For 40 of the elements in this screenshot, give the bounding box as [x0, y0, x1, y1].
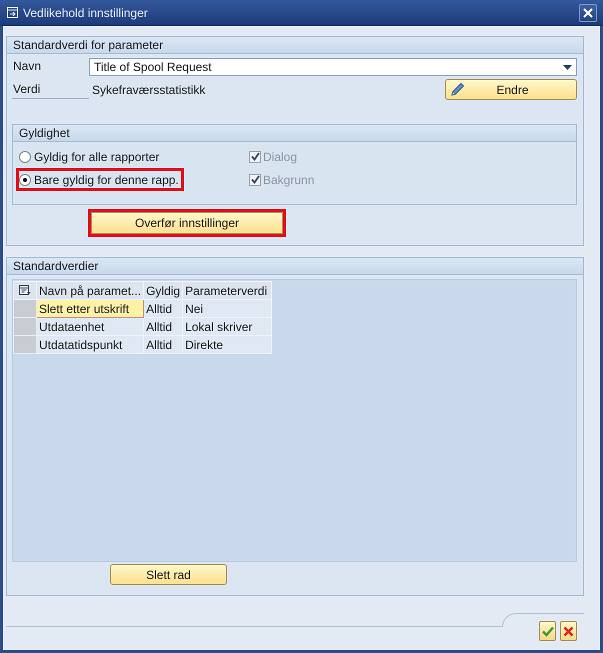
checkbox-label: Bakgrunn: [263, 172, 314, 186]
window-icon: [7, 7, 18, 18]
field-label: Navn: [12, 58, 42, 75]
check-icon: [542, 626, 554, 636]
panel-header: Gyldighet: [13, 125, 576, 142]
panel-header: Standardverdi for parameter: [7, 37, 583, 54]
table-settings-icon: [19, 285, 31, 296]
window-title: Vedlikehold innstillinger: [23, 6, 149, 20]
column-header[interactable]: Gyldig: [144, 282, 183, 300]
edit-button[interactable]: Endre: [445, 79, 577, 100]
pencil-icon: [450, 82, 465, 97]
close-icon: [563, 626, 574, 636]
delete-row-button[interactable]: Slett rad: [110, 564, 227, 585]
close-icon: [583, 8, 593, 18]
table-cell: Utdataenhet: [36, 318, 144, 336]
transfer-button[interactable]: Overfør innstillinger: [91, 212, 283, 234]
radio-label[interactable]: Gyldig for alle rapporter: [34, 150, 160, 164]
table-cell: Alltid: [144, 318, 183, 336]
confirm-button[interactable]: [539, 621, 556, 641]
radio-button[interactable]: [19, 174, 31, 186]
column-header[interactable]: Parameterverdi: [182, 282, 272, 300]
table-cell: Nei: [182, 300, 272, 318]
close-button[interactable]: [579, 4, 597, 22]
panel-header: Standardverdier: [7, 258, 583, 275]
dropdown-field[interactable]: Title of Spool Request: [89, 58, 577, 76]
table-cell: Alltid: [144, 300, 183, 318]
table-cell: Utdatatidspunkt: [36, 336, 144, 354]
table-settings-cell[interactable]: [14, 282, 36, 300]
checkbox-label: Dialog: [263, 150, 298, 164]
table-cell: Direkte: [182, 336, 272, 354]
table-cell: Alltid: [144, 336, 183, 354]
field-value: Sykefraværsstatistikk: [91, 82, 206, 96]
radio-label[interactable]: Bare gyldig for denne rapp.: [34, 172, 179, 186]
caret-icon: [563, 64, 572, 70]
radio-button[interactable]: [19, 150, 31, 162]
table-cell: Lokal skriver: [182, 318, 272, 336]
field-label: Verdi: [12, 80, 89, 98]
column-header[interactable]: Navn på paramet...: [36, 282, 144, 300]
cancel-button[interactable]: [560, 621, 577, 641]
table-cell: Slett etter utskrift: [36, 300, 144, 318]
